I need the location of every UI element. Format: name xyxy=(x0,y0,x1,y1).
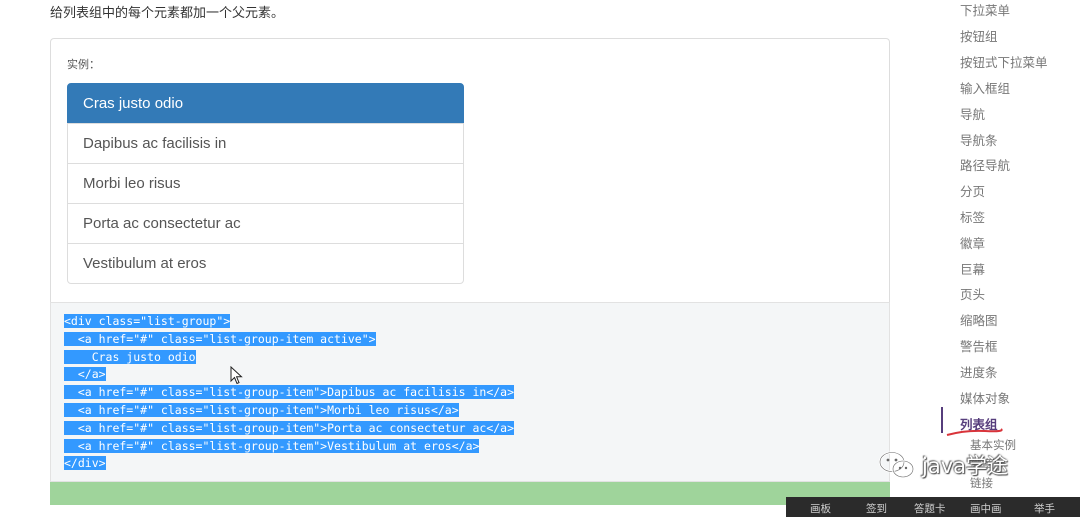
sidebar-item[interactable]: 输入框组 xyxy=(960,78,1010,97)
green-bar xyxy=(50,482,890,505)
list-group-item[interactable]: Porta ac consectetur ac xyxy=(67,203,464,244)
code-line: <div class="list-group"> xyxy=(64,314,231,328)
code-line: </div> xyxy=(64,456,106,471)
code-block[interactable]: <div class="list-group"> <a href="#" cla… xyxy=(64,313,515,473)
list-group-item[interactable]: Vestibulum at eros xyxy=(67,243,464,284)
sidebar-nav: 下拉菜单 按钮组 按钮式下拉菜单 输入框组 导航 导航条 路径导航 分页 标签 … xyxy=(960,0,1080,517)
code-line: <a href="#" class="list-group-item activ… xyxy=(64,331,376,346)
sidebar-item[interactable]: 缩略图 xyxy=(960,310,998,329)
bottom-toolbar: 画板 签到 答题卡 画中画 举手 xyxy=(786,497,1080,517)
example-label: 实例： xyxy=(67,58,100,71)
sidebar-item[interactable]: 进度条 xyxy=(960,362,998,381)
list-group-item-active[interactable]: Cras justo odio xyxy=(67,83,464,124)
sidebar-item[interactable]: 页头 xyxy=(960,284,985,303)
code-line: <a href="#" class="list-group-item">Vest… xyxy=(64,438,480,453)
sidebar-item[interactable]: 媒体对象 xyxy=(960,388,1010,407)
code-line: <a href="#" class="list-group-item">Morb… xyxy=(64,402,459,417)
code-line: <a href="#" class="list-group-item">Port… xyxy=(64,420,515,435)
toolbar-item[interactable]: 答题卡 xyxy=(914,501,946,516)
code-line: </a> xyxy=(64,367,106,382)
sidebar-item[interactable]: 标签 xyxy=(960,207,985,226)
code-line: <a href="#" class="list-group-item">Dapi… xyxy=(64,385,515,400)
code-line: Cras justo odio xyxy=(64,349,196,364)
toolbar-item[interactable]: 签到 xyxy=(866,501,887,516)
code-panel[interactable]: <div class="list-group"> <a href="#" cla… xyxy=(50,302,890,482)
sidebar-item[interactable]: 按钮式下拉菜单 xyxy=(960,52,1048,71)
sidebar-item-active[interactable]: 列表组 xyxy=(960,414,998,433)
toolbar-item[interactable]: 举手 xyxy=(1034,501,1055,516)
intro-text: 给列表组中的每个元素都加一个父元素。 xyxy=(50,6,285,21)
example-panel: 实例： Cras justo odio Dapibus ac facilisis… xyxy=(50,38,890,303)
wechat-icon xyxy=(878,451,915,479)
sidebar-item[interactable]: 下拉菜单 xyxy=(960,0,1010,19)
active-nav-indicator xyxy=(941,407,943,433)
sidebar-item[interactable]: 导航条 xyxy=(960,130,998,149)
toolbar-item[interactable]: 画板 xyxy=(810,501,831,516)
sidebar-item[interactable]: 徽章 xyxy=(960,233,985,252)
sidebar-item[interactable]: 路径导航 xyxy=(960,155,1010,174)
sidebar-item[interactable]: 导航 xyxy=(960,104,985,123)
sidebar-item[interactable]: 分页 xyxy=(960,181,985,200)
watermark-text: java学途 xyxy=(922,454,1008,478)
mouse-cursor-icon xyxy=(230,366,243,385)
toolbar-item[interactable]: 画中画 xyxy=(970,501,1002,516)
sidebar-item[interactable]: 巨幕 xyxy=(960,259,985,278)
list-group: Cras justo odio Dapibus ac facilisis in … xyxy=(67,83,464,284)
sidebar-item[interactable]: 按钮组 xyxy=(960,26,998,45)
watermark: java学途 xyxy=(878,450,1008,480)
sidebar-item[interactable]: 警告框 xyxy=(960,336,998,355)
list-group-item[interactable]: Morbi leo risus xyxy=(67,163,464,204)
list-group-item[interactable]: Dapibus ac facilisis in xyxy=(67,123,464,164)
